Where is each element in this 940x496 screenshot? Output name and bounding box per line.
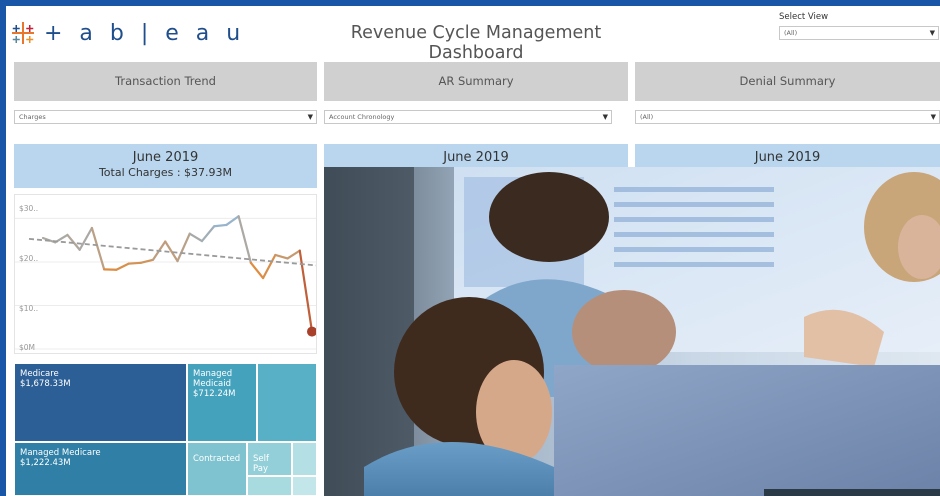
photo-illustration xyxy=(324,167,940,496)
transaction-trend-chart: $30.. $20.. $10.. $0M xyxy=(14,194,317,354)
treemap-label: Managed Medicare xyxy=(20,448,101,458)
select-view-dropdown[interactable]: (All) ▼ xyxy=(779,26,939,40)
series-line-segment xyxy=(90,226,106,271)
tab-transaction-trend[interactable]: Transaction Trend xyxy=(14,62,317,101)
series-line-segment xyxy=(115,262,130,271)
trend-chart-svg xyxy=(15,215,316,350)
tableau-wordmark: + a b | e a u xyxy=(44,20,246,46)
series-line-segment xyxy=(237,215,252,264)
tableau-logo: + a b | e a u xyxy=(12,16,245,50)
ar-period: June 2019 xyxy=(443,150,509,165)
select-view-value: (All) xyxy=(784,29,798,37)
dashboard-frame: + a b | e a u Revenue Cycle Management D… xyxy=(6,6,940,496)
series-line-segment xyxy=(188,232,204,243)
tab-ar-summary[interactable]: AR Summary xyxy=(324,62,628,101)
ar-view-dropdown[interactable]: Account Chronology ▼ xyxy=(324,110,612,124)
treemap-cell-self-pay[interactable]: Self Pay xyxy=(247,442,292,476)
chevron-down-icon: ▼ xyxy=(929,29,935,37)
treemap-cell-contracted[interactable]: Contracted xyxy=(187,442,247,496)
treemap-cell[interactable] xyxy=(247,476,292,496)
treemap-label: Self Pay xyxy=(253,454,269,474)
treemap-value: $1,678.33M xyxy=(20,379,71,389)
trend-line xyxy=(28,237,316,267)
treemap-label: Managed Medicaid xyxy=(193,369,233,389)
y-tick-label: $10.. xyxy=(19,304,39,313)
treemap-cell[interactable] xyxy=(292,476,317,496)
y-tick-label: $0M xyxy=(19,343,36,352)
series-line-segment xyxy=(78,226,94,251)
chevron-down-icon: ▼ xyxy=(930,113,936,121)
series-line-segment xyxy=(225,215,240,227)
series-line-segment xyxy=(298,249,314,333)
treemap-cell[interactable] xyxy=(257,363,317,442)
series-line-segment xyxy=(213,223,228,228)
transaction-type-dropdown[interactable]: Charges ▼ xyxy=(14,110,317,124)
series-line-segment xyxy=(176,232,191,263)
latest-data-point[interactable] xyxy=(307,326,316,337)
treemap-cell-managed-medicare[interactable]: Managed Medicare $1,222.43M xyxy=(14,442,187,496)
treemap-value: $1,222.43M xyxy=(20,458,71,468)
chevron-down-icon: ▼ xyxy=(307,113,313,121)
treemap-value: $712.24M xyxy=(193,389,236,399)
series-line-segment xyxy=(200,225,216,243)
series-line-segment xyxy=(127,261,142,265)
ar-view-value: Account Chronology xyxy=(329,113,395,121)
denial-filter-dropdown[interactable]: (All) ▼ xyxy=(635,110,940,124)
denial-period: June 2019 xyxy=(754,150,821,165)
tab-denial-summary[interactable]: Denial Summary xyxy=(635,62,940,101)
treemap-cell-managed-medicaid[interactable]: Managed Medicaid $712.24M xyxy=(187,363,257,442)
payer-treemap: Medicare $1,678.33M Managed Medicaid $71… xyxy=(14,363,317,496)
tableau-cross-icon xyxy=(12,22,34,44)
series-line-segment xyxy=(249,261,265,280)
treemap-label: Contracted xyxy=(193,454,241,464)
treemap-cell[interactable] xyxy=(292,442,317,476)
y-tick-label: $20.. xyxy=(19,254,39,263)
denial-filter-value: (All) xyxy=(640,113,654,121)
series-line-segment xyxy=(274,253,289,260)
series-line-segment xyxy=(286,249,301,260)
treemap-cell-medicare[interactable]: Medicare $1,678.33M xyxy=(14,363,187,442)
chevron-down-icon: ▼ xyxy=(602,113,608,121)
select-view-label: Select View xyxy=(779,12,829,22)
clinical-staff-photo xyxy=(324,167,940,496)
page-title: Revenue Cycle Management Dashboard xyxy=(350,23,602,63)
series-line-segment xyxy=(261,253,277,280)
transaction-period-header: June 2019 Total Charges : $37.93M xyxy=(14,144,317,188)
transaction-period: June 2019 xyxy=(132,150,199,165)
treemap-label: Medicare xyxy=(20,369,59,379)
total-charges: Total Charges : $37.93M xyxy=(98,166,233,179)
y-tick-label: $30.. xyxy=(19,204,39,213)
transaction-type-value: Charges xyxy=(19,113,46,121)
